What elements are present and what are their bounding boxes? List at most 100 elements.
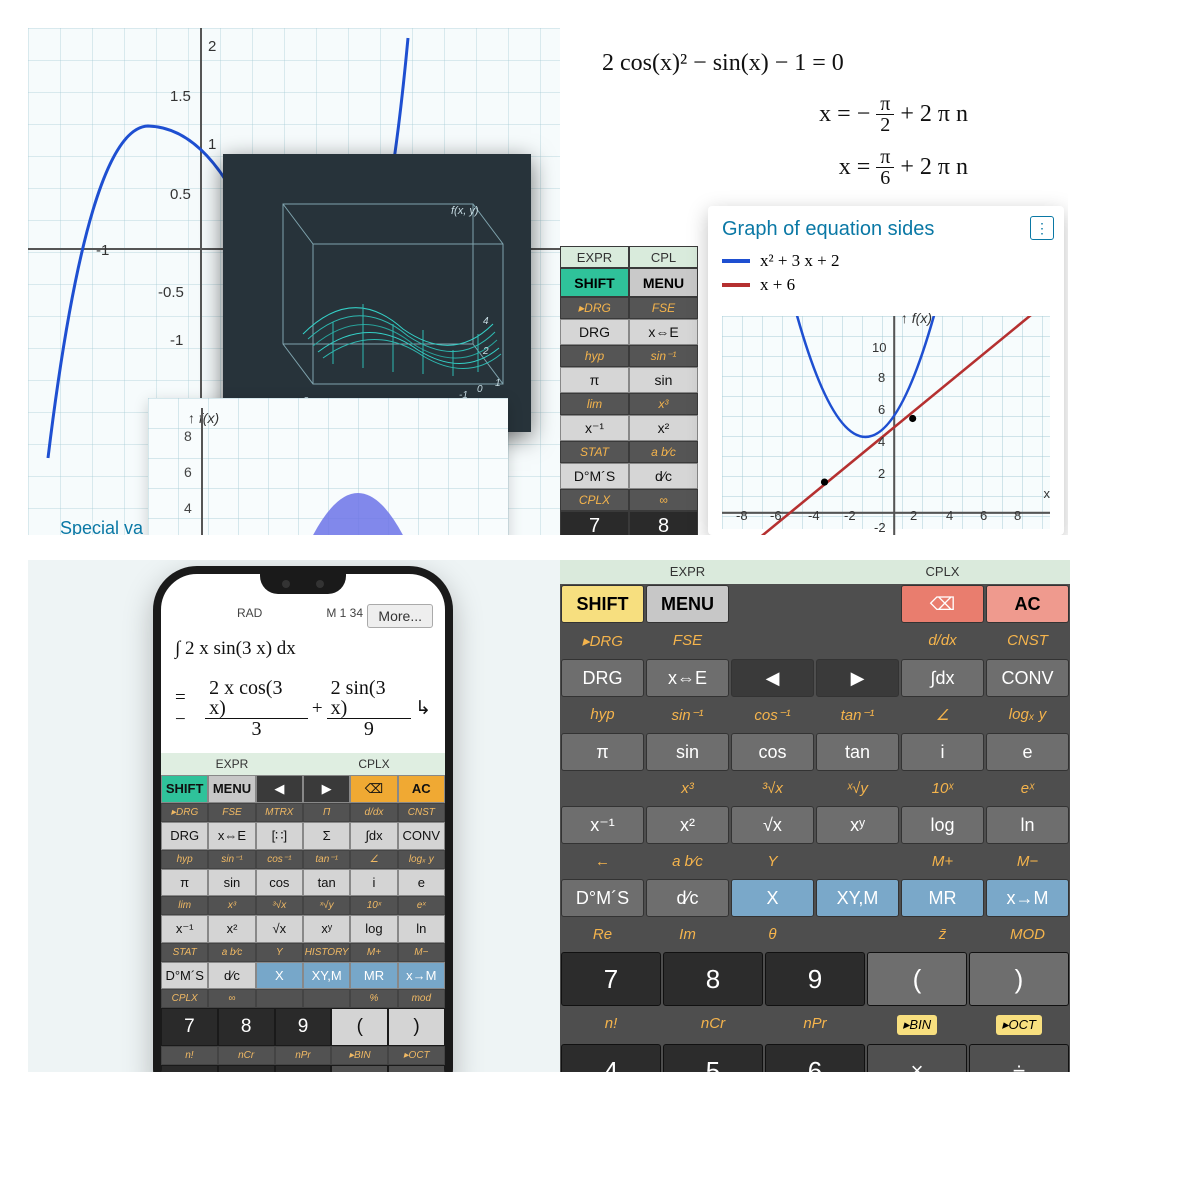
key[interactable]: MENU xyxy=(646,585,729,623)
key-)[interactable]: ) xyxy=(969,952,1069,1006)
key[interactable]: MR xyxy=(901,879,984,917)
graph-secondary[interactable]: ↑ f(x) 8 6 4 xyxy=(148,398,508,535)
key-9[interactable]: 9 xyxy=(765,952,865,1006)
key[interactable]: X xyxy=(731,879,814,917)
key-right[interactable]: ▶ xyxy=(303,775,350,803)
key-left[interactable]: ◀ xyxy=(256,775,303,803)
key-menu[interactable]: MENU xyxy=(208,775,255,803)
tab-expr[interactable]: EXPR xyxy=(161,753,303,775)
key-sin[interactable]: sin xyxy=(629,367,698,393)
key[interactable]: sin xyxy=(208,869,255,896)
key[interactable]: D°M´S xyxy=(161,962,208,989)
key[interactable]: x⁻¹ xyxy=(161,915,208,943)
key[interactable]: ◀ xyxy=(731,659,814,697)
expression-display[interactable]: ∫ 2 x sin(3 x) dx = − 2 x cos(3 x)3 + 2 … xyxy=(161,632,445,745)
key[interactable]: MR xyxy=(350,962,397,989)
key[interactable]: DRG xyxy=(161,822,208,850)
key[interactable]: i xyxy=(901,733,984,771)
toggle[interactable]: ▸OCT xyxy=(996,1015,1042,1035)
more-icon[interactable]: ⋮ xyxy=(1030,216,1054,240)
key[interactable]: i xyxy=(350,869,397,896)
key-×[interactable]: × xyxy=(867,1044,967,1072)
key-5[interactable]: 5 xyxy=(663,1044,763,1072)
key[interactable]: x² xyxy=(646,806,729,844)
key[interactable]: tan xyxy=(303,869,350,896)
key-6[interactable]: 6 xyxy=(765,1044,865,1072)
key[interactable]: ln xyxy=(398,915,445,943)
key[interactable]: x→M xyxy=(398,962,445,989)
key-drg[interactable]: DRG xyxy=(560,319,629,345)
key-([interactable]: ( xyxy=(331,1008,388,1046)
key[interactable]: ∫dx xyxy=(901,659,984,697)
key-([interactable]: ( xyxy=(867,952,967,1006)
key[interactable]: π xyxy=(161,869,208,896)
key-÷[interactable]: ÷ xyxy=(388,1065,445,1072)
key-shift[interactable]: SHIFT xyxy=(161,775,208,803)
key[interactable]: d⁄c xyxy=(646,879,729,917)
key-xe[interactable]: x⇔E xyxy=(629,319,698,345)
tab-cplx[interactable]: CPL xyxy=(629,246,698,268)
key-4[interactable]: 4 xyxy=(161,1065,218,1072)
key[interactable]: x⇔E xyxy=(208,822,255,850)
key-dc[interactable]: d⁄c xyxy=(629,463,698,489)
key[interactable]: e xyxy=(986,733,1069,771)
key[interactable]: log xyxy=(350,915,397,943)
key[interactable]: √x xyxy=(731,806,814,844)
key[interactable]: x⇔E xyxy=(646,659,729,697)
key[interactable]: CONV xyxy=(398,822,445,850)
key-shift[interactable]: SHIFT xyxy=(560,268,629,297)
link-special-values[interactable]: Special va xyxy=(60,518,143,535)
key[interactable]: x² xyxy=(208,915,255,943)
key[interactable]: ⌫ xyxy=(901,585,984,623)
plot[interactable]: ↑ f(x) x 10 8 6 4 2 -2 -8 -6 -4 -2 2 4 6… xyxy=(722,316,1050,529)
key[interactable]: DRG xyxy=(561,659,644,697)
key-6[interactable]: 6 xyxy=(275,1065,332,1072)
key-7[interactable]: 7 xyxy=(161,1008,218,1046)
key-dms[interactable]: D°M´S xyxy=(560,463,629,489)
key[interactable]: xʸ xyxy=(816,806,899,844)
key[interactable]: CONV xyxy=(986,659,1069,697)
tab-expr[interactable]: EXPR xyxy=(560,246,629,268)
key[interactable]: x→M xyxy=(986,879,1069,917)
key-÷[interactable]: ÷ xyxy=(969,1044,1069,1072)
key-7[interactable]: 7 xyxy=(561,952,661,1006)
key[interactable]: XY,M xyxy=(303,962,350,989)
key-xsq[interactable]: x² xyxy=(629,415,698,441)
key[interactable]: ▶ xyxy=(816,659,899,697)
key[interactable]: cos xyxy=(256,869,303,896)
key[interactable]: [∷] xyxy=(256,822,303,850)
key-8[interactable]: 8 xyxy=(218,1008,275,1046)
key[interactable]: e xyxy=(398,869,445,896)
key[interactable]: tan xyxy=(816,733,899,771)
key-pi[interactable]: π xyxy=(560,367,629,393)
key-8[interactable]: 8 xyxy=(663,952,763,1006)
key[interactable]: sin xyxy=(646,733,729,771)
key-×[interactable]: × xyxy=(331,1065,388,1072)
key[interactable]: √x xyxy=(256,915,303,943)
key[interactable]: x⁻¹ xyxy=(561,806,644,844)
key[interactable]: SHIFT xyxy=(561,585,644,623)
key[interactable]: XY,M xyxy=(816,879,899,917)
tab-cplx[interactable]: CPLX xyxy=(303,753,445,775)
surface-3d-inset[interactable]: f(x, y) 42 3210-1-2-3 -101 xyxy=(223,154,531,432)
key-del[interactable]: ⌫ xyxy=(350,775,397,803)
key[interactable]: D°M´S xyxy=(561,879,644,917)
toggle[interactable]: ▸BIN xyxy=(897,1015,937,1035)
key-8[interactable]: 8 xyxy=(629,511,698,535)
key[interactable]: xʸ xyxy=(303,915,350,943)
key[interactable]: ∫dx xyxy=(350,822,397,850)
key-9[interactable]: 9 xyxy=(275,1008,332,1046)
key-menu[interactable]: MENU xyxy=(629,268,698,297)
key[interactable]: ln xyxy=(986,806,1069,844)
key[interactable]: AC xyxy=(986,585,1069,623)
key-ac[interactable]: AC xyxy=(398,775,445,803)
key[interactable]: cos xyxy=(731,733,814,771)
key-xinv[interactable]: x⁻¹ xyxy=(560,415,629,441)
key[interactable]: log xyxy=(901,806,984,844)
key[interactable]: π xyxy=(561,733,644,771)
key[interactable]: X xyxy=(256,962,303,989)
tab-cplx[interactable]: CPLX xyxy=(815,560,1070,584)
key-5[interactable]: 5 xyxy=(218,1065,275,1072)
key-7[interactable]: 7 xyxy=(560,511,629,535)
key[interactable]: d⁄c xyxy=(208,962,255,989)
